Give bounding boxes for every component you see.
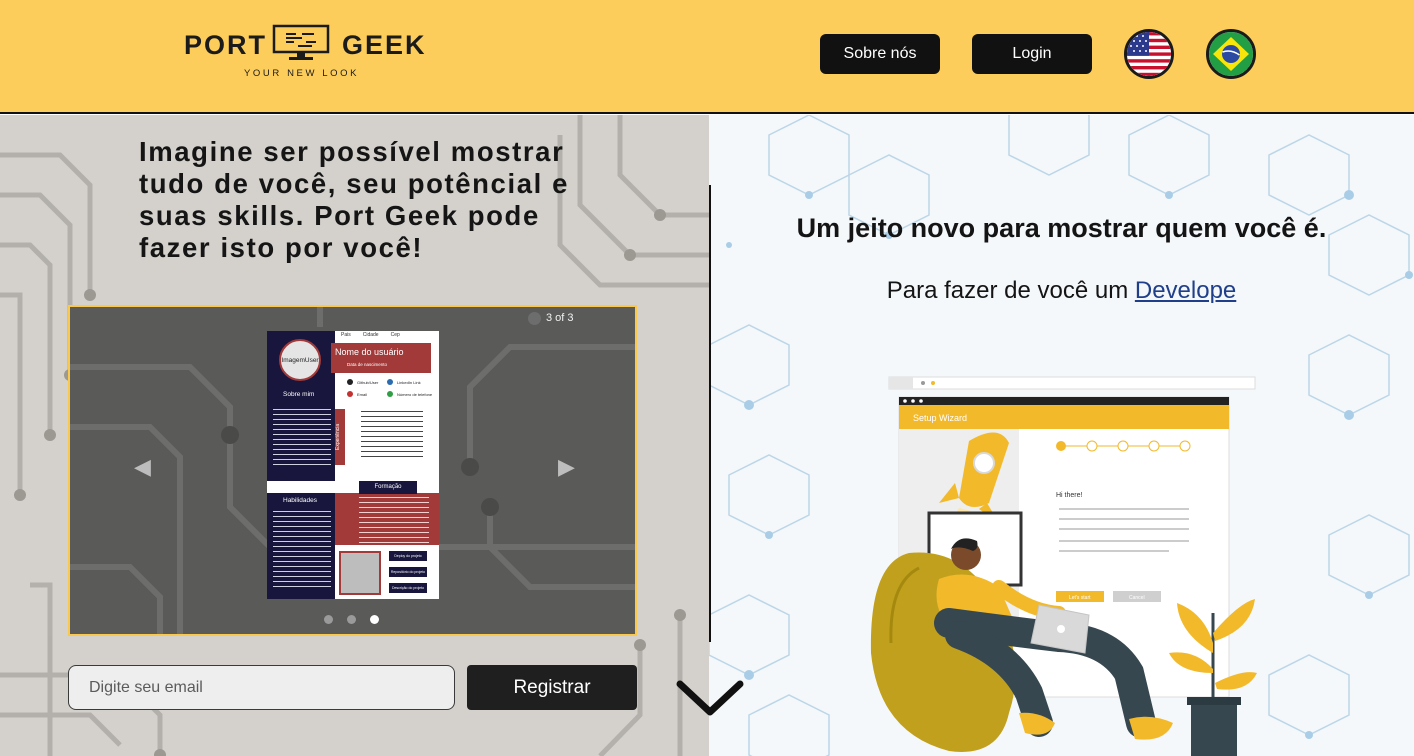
hero-subline: Para fazer de você um Develope bbox=[709, 277, 1414, 305]
preview-repo-button: Repositório do projeto bbox=[389, 567, 427, 577]
wizard-start-button: Let's start bbox=[1069, 595, 1091, 601]
logo-word-port: PORT bbox=[184, 30, 268, 60]
about-us-button[interactable]: Sobre nós bbox=[820, 34, 940, 74]
preview-project-thumbnail bbox=[339, 551, 381, 595]
email-input[interactable] bbox=[68, 665, 455, 710]
developer-link[interactable]: Develope bbox=[1135, 277, 1236, 304]
preview-avatar: ImagemUser bbox=[279, 339, 321, 381]
preview-deploy-button: Deploy do projeto bbox=[389, 551, 427, 561]
preview-skills-text bbox=[273, 511, 331, 591]
hero-right-panel: Um jeito novo para mostrar quem você é. … bbox=[709, 115, 1414, 756]
preview-education-heading: Formação bbox=[359, 481, 417, 494]
preview-about-heading: Sobre mim bbox=[283, 391, 315, 398]
vertical-divider bbox=[709, 185, 711, 642]
register-button[interactable]: Registrar bbox=[467, 665, 637, 710]
preview-project-buttons: Deploy do projeto Repositório do projeto… bbox=[389, 551, 427, 593]
counter-indicator bbox=[528, 312, 541, 325]
login-button[interactable]: Login bbox=[972, 34, 1092, 74]
email-icon bbox=[347, 391, 353, 397]
profile-template-preview: ImagemUser Pais Cidade Cep Nome do usuár… bbox=[267, 331, 439, 599]
preview-description-button: Descrição do projeto bbox=[389, 583, 427, 593]
carousel-prev-icon[interactable]: ◀ bbox=[134, 455, 151, 480]
brazil-flag-icon[interactable] bbox=[1206, 29, 1256, 79]
github-icon bbox=[347, 379, 353, 385]
developer-illustration: Setup Wizard Hi there! Let's start Cance… bbox=[870, 376, 1257, 756]
wizard-title: Setup Wizard bbox=[913, 413, 967, 423]
carousel-dot-3[interactable] bbox=[370, 615, 379, 624]
logo-tagline: YOUR NEW LOOK bbox=[244, 68, 360, 79]
port-geek-logo[interactable]: PORT GEEK YOUR NEW LOOK bbox=[184, 24, 425, 84]
preview-contact: Github/User bbox=[357, 380, 379, 385]
hero-tagline: Um jeito novo para mostrar quem você é. bbox=[796, 213, 1327, 243]
carousel-dots bbox=[324, 615, 379, 624]
preview-experience-tab: Experiência bbox=[335, 409, 345, 465]
template-carousel[interactable]: 3 of 3 ◀ ▶ ImagemUser Pais Cidade Cep No… bbox=[68, 305, 637, 636]
subline-text: Para fazer de você um bbox=[886, 277, 1135, 304]
preview-nav-item: Pais bbox=[341, 332, 351, 338]
monitor-icon bbox=[272, 24, 330, 60]
preview-nav: Pais Cidade Cep bbox=[341, 332, 400, 338]
linkedin-icon bbox=[387, 379, 393, 385]
carousel-dot-1[interactable] bbox=[324, 615, 333, 624]
site-header: PORT GEEK YOUR NEW LOOK Sobre nós Login bbox=[0, 0, 1414, 114]
wizard-cancel-button: Cancel bbox=[1129, 595, 1145, 601]
phone-icon bbox=[387, 391, 393, 397]
slide-counter: 3 of 3 bbox=[546, 312, 574, 324]
preview-experience-text bbox=[361, 411, 423, 459]
preview-user-name: Nome do usuário bbox=[335, 347, 404, 357]
carousel-dot-2[interactable] bbox=[347, 615, 356, 624]
hero-left-panel: Imagine ser possível mostrar tudo de voc… bbox=[0, 115, 709, 756]
preview-name-band: Nome do usuário Data de nascimento bbox=[331, 343, 431, 373]
preview-nav-item: Cep bbox=[390, 332, 400, 338]
us-flag-icon[interactable] bbox=[1124, 29, 1174, 79]
preview-contact: LinkedIn Link bbox=[397, 380, 421, 385]
preview-contact: Número de telefone bbox=[397, 392, 433, 397]
wizard-greeting: Hi there! bbox=[1056, 492, 1083, 499]
preview-skills-heading: Habilidades bbox=[283, 497, 317, 504]
preview-nav-item: Cidade bbox=[362, 332, 379, 338]
preview-about-text bbox=[273, 409, 331, 469]
preview-education-text bbox=[359, 497, 429, 545]
scroll-down-chevron-icon[interactable] bbox=[676, 680, 744, 720]
preview-birth-date: Data de nascimento bbox=[347, 362, 388, 367]
logo-word-geek: GEEK bbox=[342, 30, 427, 60]
preview-contact: Email bbox=[357, 392, 368, 397]
carousel-next-icon[interactable]: ▶ bbox=[558, 455, 575, 480]
hero-headline: Imagine ser possível mostrar tudo de voc… bbox=[139, 136, 569, 263]
